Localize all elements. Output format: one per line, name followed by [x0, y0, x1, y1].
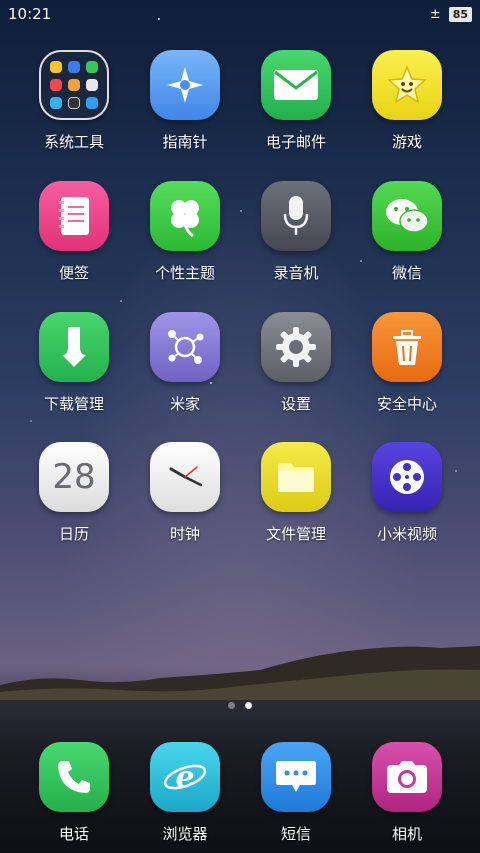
dock-phone[interactable]: 电话 [19, 742, 129, 844]
compass-icon [150, 50, 220, 120]
page-indicator[interactable] [0, 702, 480, 709]
svg-text:e: e [175, 760, 194, 795]
security-trash-icon [372, 312, 442, 382]
app-mijia[interactable]: 米家 [130, 312, 240, 414]
dock-camera[interactable]: 相机 [352, 742, 462, 844]
app-system-tools[interactable]: 系统工具 [19, 50, 129, 152]
microphone-icon [261, 181, 331, 251]
video-reel-icon [372, 442, 442, 512]
calendar-icon: 28 [39, 442, 109, 512]
settings-gear-icon [261, 312, 331, 382]
app-label: 便签 [58, 264, 89, 282]
app-security-center[interactable]: 安全中心 [352, 312, 462, 414]
app-download-manager[interactable]: 下载管理 [19, 312, 129, 414]
app-label: 个性主题 [154, 264, 215, 282]
app-label: 设置 [280, 395, 311, 413]
app-label: 电话 [58, 825, 89, 843]
app-file-manager[interactable]: 文件管理 [241, 442, 351, 544]
app-compass[interactable]: 指南针 [130, 50, 240, 152]
app-label: 游戏 [391, 133, 422, 151]
download-icon [39, 312, 109, 382]
app-game[interactable]: 游戏 [352, 50, 462, 152]
app-label: 米家 [169, 395, 200, 413]
app-email[interactable]: 电子邮件 [241, 50, 351, 152]
game-icon [372, 50, 442, 120]
page-dot[interactable] [228, 702, 235, 709]
file-folder-icon [261, 442, 331, 512]
notes-icon [39, 181, 109, 251]
data-transfer-icon: ± [429, 6, 441, 22]
app-label: 微信 [391, 264, 422, 282]
app-label: 时钟 [169, 525, 200, 543]
battery-icon: 85 [448, 6, 472, 22]
theme-icon [150, 181, 220, 251]
app-label: 录音机 [273, 264, 319, 282]
app-label: 电子邮件 [265, 133, 326, 151]
app-mi-video[interactable]: 小米视频 [352, 442, 462, 544]
app-notes[interactable]: 便签 [19, 181, 129, 283]
status-bar: 10:21 ± 85 [0, 0, 480, 28]
app-label: 下载管理 [43, 395, 104, 413]
phone-icon [39, 742, 109, 812]
app-clock[interactable]: 时钟 [130, 442, 240, 544]
calendar-day-number: 28 [52, 457, 96, 497]
app-calendar[interactable]: 28 日历 [19, 442, 129, 544]
app-recorder[interactable]: 录音机 [241, 181, 351, 283]
mijia-icon [150, 312, 220, 382]
status-time: 10:21 [8, 5, 52, 23]
folder-icon [39, 50, 109, 120]
app-label: 相机 [391, 825, 422, 843]
clock-icon [150, 442, 220, 512]
app-settings[interactable]: 设置 [241, 312, 351, 414]
mail-icon [261, 50, 331, 120]
page-dot-active[interactable] [245, 702, 252, 709]
camera-icon [372, 742, 442, 812]
app-label: 安全中心 [376, 395, 437, 413]
wechat-icon [372, 181, 442, 251]
app-label: 日历 [58, 525, 89, 543]
app-label: 小米视频 [376, 525, 437, 543]
message-icon [261, 742, 331, 812]
app-label: 系统工具 [43, 133, 104, 151]
app-label: 浏览器 [162, 825, 208, 843]
app-label: 文件管理 [265, 525, 326, 543]
app-theme[interactable]: 个性主题 [130, 181, 240, 283]
dock-browser[interactable]: e 浏览器 [130, 742, 240, 844]
dock-sms[interactable]: 短信 [241, 742, 351, 844]
app-label: 短信 [280, 825, 311, 843]
browser-icon: e [150, 742, 220, 812]
app-wechat[interactable]: 微信 [352, 181, 462, 283]
app-label: 指南针 [162, 133, 208, 151]
